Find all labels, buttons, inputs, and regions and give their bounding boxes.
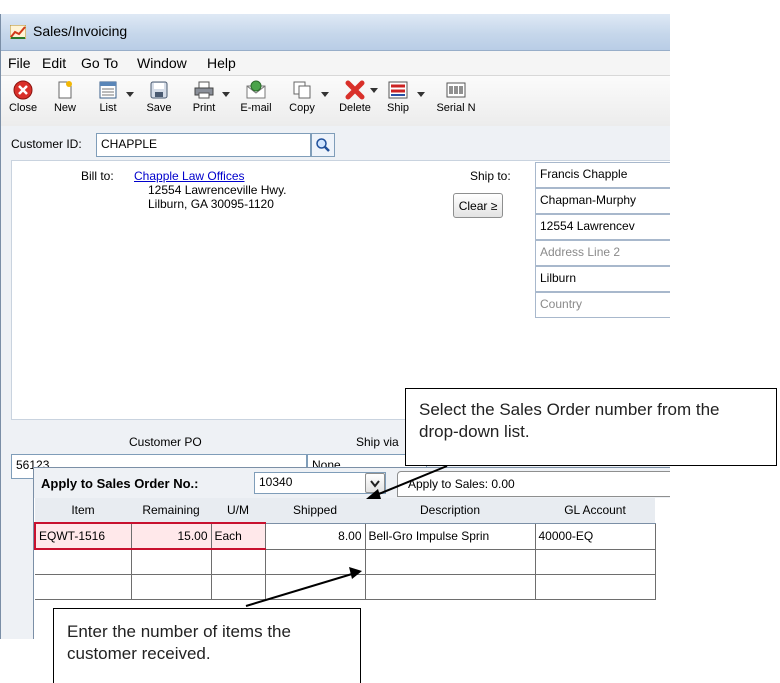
um-cell[interactable]: Each [211, 522, 266, 550]
delete-button[interactable]: Delete [335, 80, 375, 124]
callout-enter-shipped-quantity: Enter the number of items the customer r… [53, 608, 361, 683]
ship-dropdown-icon[interactable] [417, 92, 425, 97]
printer-icon [194, 81, 214, 99]
menu-help[interactable]: Help [207, 55, 236, 71]
print-button[interactable]: Print [187, 80, 221, 124]
apply-to-sales-tab[interactable]: Apply to Sales: 0.00 [397, 471, 670, 497]
ship-to-company-field[interactable]: Chapman-Murphy [535, 188, 670, 214]
ship-to-city-field[interactable]: Lilburn [535, 266, 670, 292]
col-gl-account-header: GL Account [535, 498, 655, 524]
customer-id-label: Customer ID: [11, 137, 82, 151]
bill-to-label: Bill to: [81, 169, 114, 183]
remaining-cell: 15.00 [131, 522, 212, 550]
customer-id-input[interactable]: CHAPPLE [96, 133, 311, 157]
menu-window[interactable]: Window [137, 55, 187, 71]
line-items-table: Item Remaining U/M Shipped Description G… [34, 498, 656, 600]
new-document-icon [58, 81, 72, 99]
apply-to-sales-order-label: Apply to Sales Order No.: [41, 476, 199, 491]
col-description-header: Description [365, 498, 535, 524]
save-icon [150, 81, 168, 99]
window-title: Sales/Invoicing [33, 23, 128, 39]
bill-to-address-line1: 12554 Lawrenceville Hwy. [148, 183, 287, 197]
magnifier-icon [316, 138, 330, 152]
menu-file[interactable]: File [8, 55, 31, 71]
app-chart-icon [10, 25, 26, 39]
sales-order-dropdown-button[interactable] [365, 473, 385, 493]
apply-to-sales-order-bar: Apply to Sales Order No.: 10340 Apply to… [34, 468, 670, 498]
ship-to-country-field[interactable]: Country [535, 292, 670, 318]
ship-button[interactable]: Ship [381, 80, 415, 124]
copy-button[interactable]: Copy [285, 80, 319, 124]
delete-icon [345, 80, 365, 100]
item-cell[interactable]: EQWT-1516 [34, 522, 132, 550]
col-um-header: U/M [211, 498, 265, 524]
close-icon [13, 80, 33, 100]
gl-account-cell[interactable]: 40000-EQ [535, 523, 656, 550]
bill-to-customer-link[interactable]: Chapple Law Offices [134, 169, 245, 183]
ship-to-label: Ship to: [470, 169, 511, 183]
table-row[interactable] [35, 549, 656, 575]
close-button[interactable]: Close [3, 80, 43, 124]
title-bar: Sales/Invoicing [1, 14, 670, 51]
new-button[interactable]: New [47, 80, 83, 124]
menu-bar: File Edit Go To Window Help [1, 51, 670, 76]
callout-select-sales-order: Select the Sales Order number from the d… [405, 388, 777, 466]
list-dropdown-icon[interactable] [126, 92, 134, 97]
list-button[interactable]: List [91, 80, 125, 124]
ship-to-name-field[interactable]: Francis Chapple [535, 162, 670, 188]
menu-edit[interactable]: Edit [42, 55, 66, 71]
email-icon [246, 80, 266, 99]
customer-po-label: Customer PO [129, 435, 202, 449]
email-button[interactable]: E-mail [235, 80, 277, 124]
chevron-down-icon [370, 480, 380, 488]
barcode-icon [446, 82, 466, 98]
menu-go-to[interactable]: Go To [81, 55, 118, 71]
clear-ship-to-button[interactable]: Clear ≥ [453, 193, 503, 218]
ship-to-address-line2-field[interactable]: Address Line 2 [535, 240, 670, 266]
copy-icon [293, 81, 311, 99]
shipped-cell[interactable]: 8.00 [265, 523, 366, 550]
sales-invoicing-window: Sales/Invoicing File Edit Go To Window H… [0, 14, 670, 639]
ship-icon [388, 81, 408, 99]
col-item-header: Item [35, 498, 131, 524]
customer-lookup-button[interactable] [311, 133, 335, 157]
ship-via-label: Ship via [356, 435, 399, 449]
list-icon [99, 81, 117, 99]
table-row[interactable] [35, 574, 656, 600]
copy-dropdown-icon[interactable] [321, 92, 329, 97]
description-cell[interactable]: Bell-Gro Impulse Sprin [365, 523, 536, 550]
ship-to-address-line1-field[interactable]: 12554 Lawrencev [535, 214, 670, 240]
toolbar: Close New List Save Print E-mail Copy De… [1, 76, 670, 127]
table-row[interactable]: EQWT-1516 15.00 Each 8.00 Bell-Gro Impul… [34, 522, 656, 550]
bill-to-address-line2: Lilburn, GA 30095-1120 [148, 197, 274, 211]
serial-number-button[interactable]: Serial N [431, 80, 481, 124]
save-button[interactable]: Save [141, 80, 177, 124]
col-shipped-header: Shipped [265, 498, 365, 524]
delete-dropdown-icon[interactable] [370, 88, 378, 93]
col-remaining-header: Remaining [131, 498, 211, 524]
print-dropdown-icon[interactable] [222, 92, 230, 97]
